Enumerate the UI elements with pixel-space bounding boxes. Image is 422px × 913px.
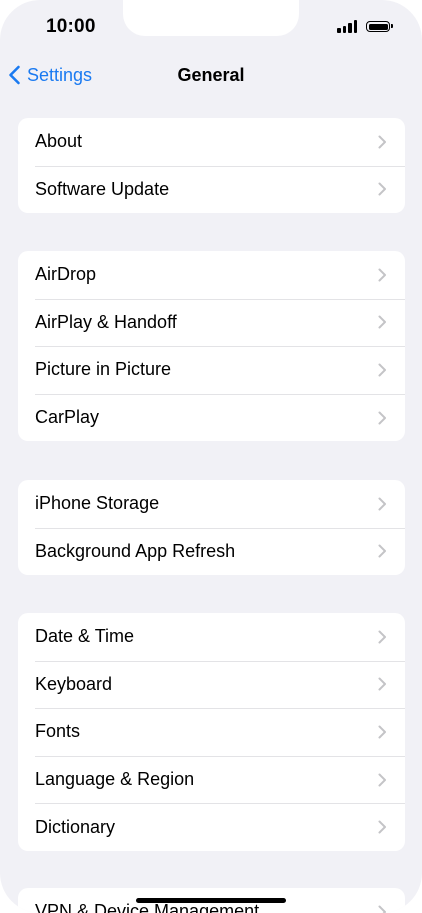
row-label: Date & Time bbox=[35, 626, 135, 647]
row-label: AirPlay & Handoff bbox=[35, 311, 177, 332]
row-software-update[interactable]: Software Update bbox=[18, 165, 405, 214]
notch bbox=[123, 0, 299, 36]
battery-icon bbox=[366, 21, 393, 32]
settings-group-connectivity: AirDrop AirPlay & Handoff Picture in Pic… bbox=[18, 251, 405, 442]
row-airdrop[interactable]: AirDrop bbox=[18, 251, 405, 299]
row-language-region[interactable]: Language & Region bbox=[18, 755, 405, 804]
home-indicator[interactable] bbox=[136, 898, 286, 903]
row-label: Dictionary bbox=[35, 816, 116, 837]
row-label: Picture in Picture bbox=[35, 359, 172, 380]
row-keyboard[interactable]: Keyboard bbox=[18, 660, 405, 709]
row-picture-in-picture[interactable]: Picture in Picture bbox=[18, 346, 405, 394]
chevron-right-icon bbox=[378, 725, 386, 739]
row-about[interactable]: About bbox=[18, 118, 405, 166]
chevron-right-icon bbox=[378, 677, 386, 691]
row-label: Background App Refresh bbox=[35, 540, 236, 561]
settings-group-locale: Date & Time Keyboard Fonts Language & Re… bbox=[18, 613, 405, 851]
row-background-app-refresh[interactable]: Background App Refresh bbox=[18, 527, 405, 576]
row-iphone-storage[interactable]: iPhone Storage bbox=[18, 480, 405, 528]
row-dictionary[interactable]: Dictionary bbox=[18, 803, 405, 851]
row-airplay-handoff[interactable]: AirPlay & Handoff bbox=[18, 298, 405, 347]
row-label: AirDrop bbox=[35, 264, 97, 285]
status-time: 10:00 bbox=[46, 16, 96, 37]
cellular-signal-icon bbox=[337, 19, 361, 33]
chevron-right-icon bbox=[378, 363, 386, 377]
chevron-right-icon bbox=[378, 544, 386, 558]
row-label: Software Update bbox=[35, 178, 170, 199]
chevron-right-icon bbox=[378, 773, 386, 787]
chevron-right-icon bbox=[378, 182, 386, 196]
row-label: Language & Region bbox=[35, 769, 195, 790]
chevron-right-icon bbox=[378, 268, 386, 282]
row-label: iPhone Storage bbox=[35, 493, 160, 514]
chevron-right-icon bbox=[378, 135, 386, 149]
page-title: General bbox=[177, 65, 245, 85]
chevron-right-icon bbox=[378, 315, 386, 329]
row-label: Keyboard bbox=[35, 673, 113, 694]
settings-group-storage: iPhone Storage Background App Refresh bbox=[18, 480, 405, 576]
row-label: CarPlay bbox=[35, 407, 100, 428]
row-carplay[interactable]: CarPlay bbox=[18, 393, 405, 442]
chevron-right-icon bbox=[378, 820, 386, 834]
phone-screen: 10:00 Settings General About Software Up… bbox=[0, 0, 422, 913]
chevron-right-icon bbox=[378, 630, 386, 644]
chevron-right-icon bbox=[378, 411, 386, 425]
settings-group-about: About Software Update bbox=[18, 118, 405, 214]
row-label: About bbox=[35, 131, 83, 152]
row-label: VPN & Device Management bbox=[35, 901, 260, 913]
row-fonts[interactable]: Fonts bbox=[18, 708, 405, 756]
navigation-bar: Settings General bbox=[0, 60, 422, 90]
chevron-right-icon bbox=[378, 497, 386, 511]
row-label: Fonts bbox=[35, 721, 81, 742]
row-date-time[interactable]: Date & Time bbox=[18, 613, 405, 661]
chevron-right-icon bbox=[378, 905, 386, 913]
